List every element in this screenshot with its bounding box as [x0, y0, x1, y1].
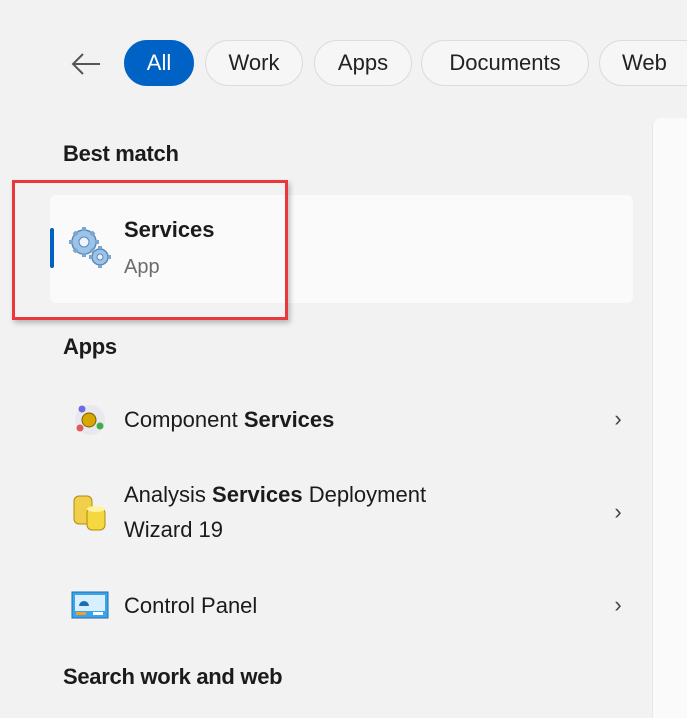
component-services-icon	[70, 399, 110, 439]
tab-web[interactable]: Web	[599, 40, 687, 86]
chevron-right-icon[interactable]: ›	[603, 592, 633, 618]
chevron-right-icon[interactable]: ›	[603, 406, 633, 432]
control-panel-icon	[70, 585, 110, 625]
tab-all[interactable]: All	[124, 40, 194, 86]
back-button[interactable]	[68, 46, 104, 82]
tab-documents[interactable]: Documents	[421, 40, 589, 86]
apps-heading: Apps	[63, 334, 117, 359]
app-item-label: Control Panel	[124, 592, 258, 618]
highlight-box	[12, 180, 288, 320]
arrow-left-icon	[71, 53, 100, 75]
best-match-heading: Best match	[63, 141, 179, 166]
app-item-control-panel[interactable]: Control Panel ›	[50, 585, 633, 625]
app-item-label: Analysis Services Deployment Wizard 19	[124, 482, 427, 542]
tab-label: All	[146, 50, 172, 75]
tab-apps[interactable]: Apps	[314, 40, 412, 86]
search-work-web-heading: Search work and web	[63, 664, 283, 689]
app-item-component-services[interactable]: Component Services ›	[50, 399, 633, 439]
tab-label: Web	[622, 50, 667, 75]
analysis-services-icon	[70, 492, 110, 532]
tab-label: Apps	[337, 50, 389, 75]
tab-work[interactable]: Work	[205, 40, 303, 86]
app-item-label: Component Services	[124, 406, 335, 432]
preview-panel	[652, 118, 687, 718]
app-item-analysis-services[interactable]: Analysis Services Deployment Wizard 19 ›	[50, 477, 633, 547]
tab-label: Documents	[449, 50, 561, 75]
chevron-right-icon[interactable]: ›	[603, 499, 633, 525]
tab-label: Work	[228, 50, 280, 75]
